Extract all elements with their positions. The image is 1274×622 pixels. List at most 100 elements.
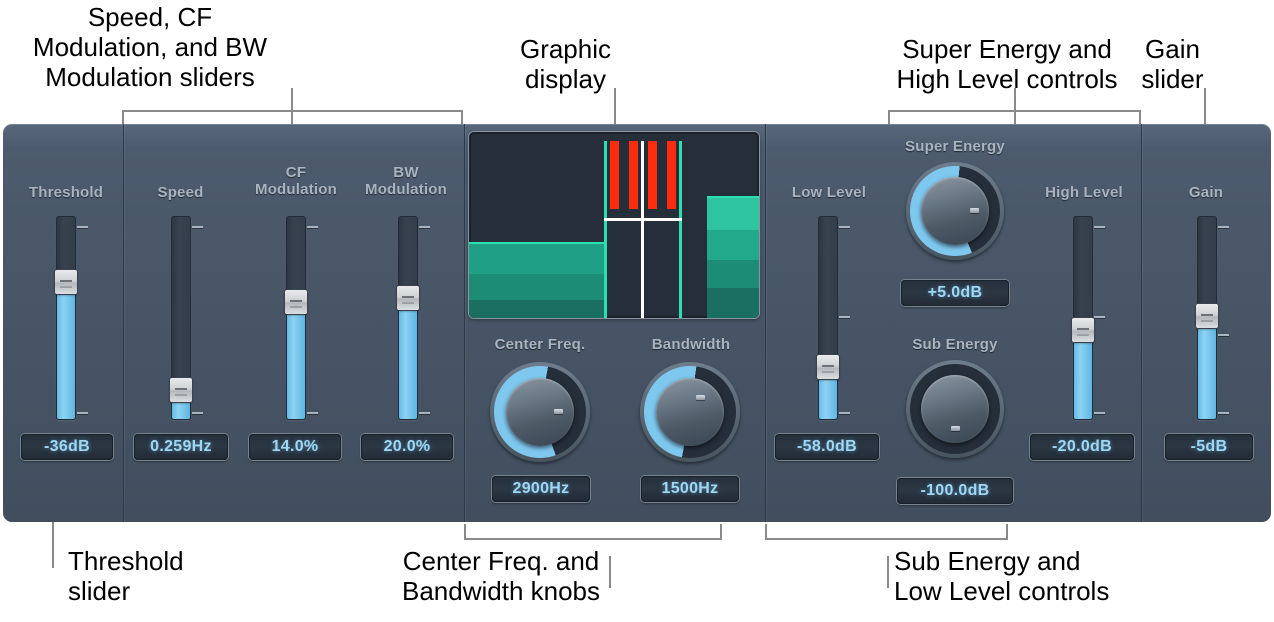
bw-modulation-slider[interactable] (397, 216, 430, 420)
graphic-red-bar-2 (629, 141, 638, 209)
section-divider-1 (123, 124, 124, 522)
gain-slider-callout: Gain slider (1141, 34, 1204, 94)
graphic-high-band-seg3 (707, 260, 759, 288)
graphic-band-left-edge (604, 141, 607, 318)
center-freq-callout-bracket (464, 538, 722, 540)
bw-modulation-thumb[interactable] (397, 285, 419, 310)
sub-energy-bracket-right-end (1006, 524, 1008, 538)
graphic-low-band-seg3 (469, 300, 605, 318)
cf-modulation-tick-top (307, 226, 318, 228)
sub-energy-bracket-left-end (765, 524, 767, 538)
center-freq-knob-indicator (554, 409, 563, 414)
gain-thumb[interactable] (1196, 304, 1218, 329)
graphic-low-band-seg1 (469, 244, 605, 274)
cf-modulation-slider[interactable] (285, 216, 318, 420)
graphic-crosshair-horizontal (604, 218, 682, 221)
gain-slider-callout-stem (1204, 88, 1206, 124)
graphic-display[interactable] (469, 132, 759, 318)
gain-fill (1198, 319, 1216, 419)
high-level-value[interactable]: -20.0dB (1030, 434, 1134, 460)
high-level-slider[interactable] (1072, 216, 1105, 420)
graphic-display-callout: Graphic display (519, 34, 612, 94)
bandwidth-knob[interactable] (640, 362, 740, 462)
threshold-thumb[interactable] (55, 269, 77, 294)
threshold-slider-callout-stem (52, 522, 54, 568)
low-level-thumb[interactable] (817, 355, 839, 380)
graphic-high-band-seg1 (707, 198, 759, 230)
sub-energy-knob[interactable] (906, 360, 1004, 458)
threshold-slider-callout: Threshold slider (68, 546, 184, 606)
threshold-label: Threshold (28, 184, 104, 201)
speed-cf-bw-callout-bracket (122, 110, 463, 112)
gain-tick-top (1218, 226, 1229, 228)
cf-modulation-thumb[interactable] (285, 289, 307, 314)
graphic-display-callout-stem (614, 88, 616, 124)
graphic-low-band-top-edge (469, 242, 605, 244)
center-freq-value[interactable]: 2900Hz (492, 476, 590, 502)
bw-modulation-value[interactable]: 20.0% (361, 434, 453, 460)
graphic-low-band-seg2 (469, 274, 605, 300)
speed-value[interactable]: 0.259Hz (134, 434, 228, 460)
low-level-tick-top (839, 226, 850, 228)
threshold-slider[interactable] (55, 216, 88, 420)
gain-slider[interactable] (1196, 216, 1229, 420)
low-level-track[interactable] (818, 216, 838, 420)
speed-cf-bw-callout: Speed, CF Modulation, and BW Modulation … (32, 2, 268, 92)
sub-energy-label: Sub Energy (912, 336, 998, 353)
high-level-fill (1074, 333, 1092, 419)
graphic-red-bar-4 (667, 141, 676, 209)
graphic-red-bar-3 (648, 141, 657, 209)
low-level-tick-bottom (839, 412, 850, 414)
graphic-high-band-seg2 (707, 230, 759, 260)
threshold-value[interactable]: -36dB (21, 434, 113, 460)
low-level-tick-middle (839, 316, 850, 318)
threshold-tick-top (77, 226, 88, 228)
low-level-slider[interactable] (817, 216, 850, 420)
sub-energy-knob-cap (921, 375, 989, 443)
speed-tick-top (192, 226, 203, 228)
bw-modulation-label: BW Modulation (365, 164, 447, 198)
super-energy-bracket-right-end (1139, 110, 1141, 124)
cf-modulation-fill (287, 304, 305, 419)
sub-energy-callout-stem (887, 556, 889, 588)
bandwidth-knob-indicator (696, 395, 705, 400)
cf-modulation-value[interactable]: 14.0% (249, 434, 341, 460)
gain-tick-bottom (1218, 412, 1229, 414)
graphic-red-bar-1 (610, 141, 619, 209)
speed-cf-bw-bracket-right-end (461, 110, 463, 124)
speed-cf-bw-callout-stem (291, 88, 293, 124)
gain-value[interactable]: -5dB (1165, 434, 1253, 460)
threshold-fill (57, 284, 75, 419)
sub-energy-knob-indicator (951, 426, 960, 431)
speed-slider[interactable] (170, 216, 203, 420)
sub-energy-callout-bracket (765, 538, 1008, 540)
threshold-track[interactable] (56, 216, 76, 420)
high-level-thumb[interactable] (1072, 318, 1094, 343)
gain-label: Gain (1188, 184, 1224, 201)
high-level-tick-top (1094, 226, 1105, 228)
center-freq-label: Center Freq. (494, 336, 586, 353)
super-energy-value[interactable]: +5.0dB (901, 280, 1009, 306)
super-energy-knob[interactable] (906, 162, 1004, 260)
graphic-high-band-top-edge (707, 196, 759, 198)
center-freq-knob[interactable] (490, 362, 590, 462)
center-freq-bracket-right-end (720, 524, 722, 538)
graphic-band-right-edge (679, 141, 682, 318)
section-divider-3 (765, 124, 766, 522)
center-freq-callout-stem (609, 556, 611, 588)
speed-label: Speed (157, 184, 204, 201)
bandwidth-value[interactable]: 1500Hz (641, 476, 739, 502)
super-energy-bracket-left-end (888, 110, 890, 124)
center-freq-knob-cap (506, 378, 574, 446)
center-freq-bracket-left-end (464, 524, 466, 538)
low-level-value[interactable]: -58.0dB (775, 434, 879, 460)
super-energy-knob-indicator (970, 208, 979, 213)
bw-modulation-track[interactable] (398, 216, 418, 420)
super-energy-label: Super Energy (905, 138, 1005, 155)
cf-modulation-track[interactable] (286, 216, 306, 420)
low-level-label: Low Level (791, 184, 867, 201)
sub-energy-value[interactable]: -100.0dB (897, 478, 1013, 504)
sub-energy-low-level-callout: Sub Energy and Low Level controls (894, 546, 1110, 606)
graphic-crosshair-vertical (641, 141, 644, 318)
speed-thumb[interactable] (170, 377, 192, 402)
